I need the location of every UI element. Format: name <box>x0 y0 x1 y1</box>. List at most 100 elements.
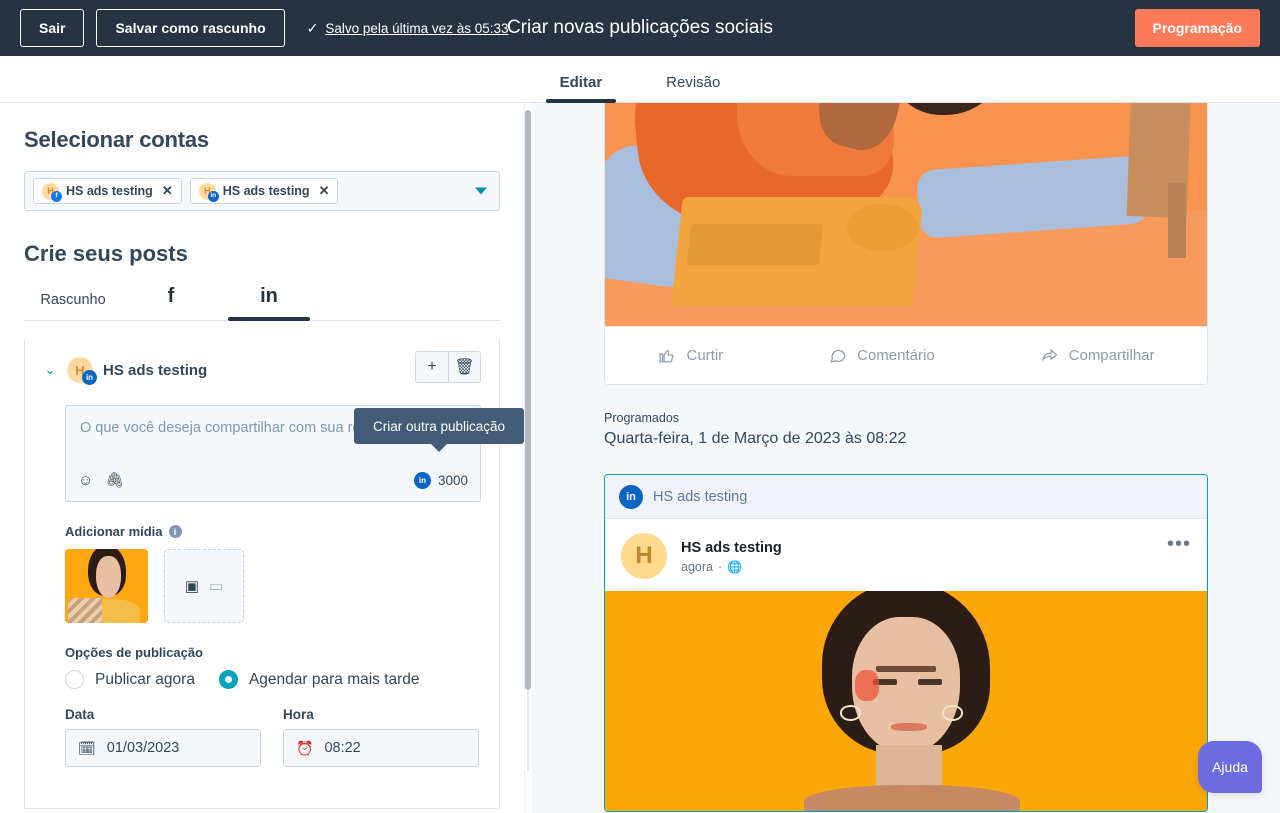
comment-action[interactable]: Comentário <box>828 346 935 365</box>
share-label: Compartilhar <box>1068 347 1155 364</box>
schedule-datetime: Quarta-feira, 1 de Março de 2023 às 08:2… <box>604 430 907 447</box>
delete-post-button[interactable]: 🗑 <box>448 352 480 382</box>
post-tab-rascunho[interactable]: Rascunho <box>24 292 122 320</box>
editor-panel: Selecionar contas H f HS ads testing ✕ H… <box>0 103 525 813</box>
calendar-icon: 🗓 <box>78 739 96 756</box>
linkedin-icon: in <box>260 285 278 307</box>
top-bar: Sair Salvar como rascunho ✓ Salvo pela ú… <box>0 0 1280 56</box>
attachment-icon[interactable]: 🖇 <box>105 471 124 489</box>
avatar: H f <box>42 182 62 202</box>
media-thumbnail[interactable] <box>65 549 148 623</box>
schedule-fields: Data 🗓 01/03/2023 Hora ⏰ 08:22 <box>65 707 481 767</box>
linkedin-post-meta: agora · 🌐 <box>681 560 782 574</box>
date-field: Data 🗓 01/03/2023 <box>65 707 261 767</box>
avatar: H <box>621 533 667 579</box>
like-label: Curtir <box>686 347 724 364</box>
video-icon[interactable]: ▭ <box>209 577 223 595</box>
counter-value: 3000 <box>437 472 468 488</box>
tooltip-create-another-post: Criar outra publicação <box>354 408 524 444</box>
share-arrow-icon <box>1041 349 1058 362</box>
save-draft-button[interactable]: Salvar como rascunho <box>96 9 285 47</box>
thumbnail-image <box>65 549 148 623</box>
post-account-name: HS ads testing <box>103 361 208 379</box>
remove-chip-icon[interactable]: ✕ <box>162 183 173 199</box>
add-post-button[interactable]: + <box>416 352 448 382</box>
chevron-down-icon[interactable] <box>475 187 487 195</box>
account-chip-linkedin[interactable]: H in HS ads testing ✕ <box>189 178 339 204</box>
account-selector[interactable]: H f HS ads testing ✕ H in HS ads testing… <box>24 171 500 211</box>
globe-icon: 🌐 <box>727 559 743 574</box>
preview-photo-typewriter <box>605 103 1207 326</box>
linkedin-icon: in <box>207 190 219 202</box>
media-dropzone[interactable]: ▣ ▭ <box>164 549 244 623</box>
date-label: Data <box>65 707 95 722</box>
facebook-preview-image <box>605 103 1207 326</box>
time-field: Hora ⏰ 08:22 <box>283 707 479 767</box>
preview-panel: Curtir Comentário Compartilhar Programad… <box>532 103 1280 813</box>
select-accounts-heading: Selecionar contas <box>24 127 209 152</box>
chip-label: HS ads testing <box>222 184 310 198</box>
linkedin-preview-card: in HS ads testing H HS ads testing agora… <box>604 474 1208 812</box>
post-network-tabs: Rascunho f in <box>24 285 500 321</box>
preview-photo-portrait <box>605 591 1207 811</box>
radio-label: Agendar para mais tarde <box>248 670 420 688</box>
avatar: H in <box>67 357 97 385</box>
radio-icon-selected <box>218 670 238 689</box>
chip-label: HS ads testing <box>66 184 153 198</box>
date-input[interactable]: 🗓 01/03/2023 <box>65 729 261 767</box>
comment-bubble-icon <box>830 349 846 363</box>
schedule-kicker: Programados <box>604 411 680 425</box>
comment-label: Comentário <box>857 347 935 364</box>
info-icon[interactable]: i <box>168 525 182 538</box>
time-label: Hora <box>283 707 314 722</box>
linkedin-header-name: HS ads testing <box>653 488 748 505</box>
remove-chip-icon[interactable]: ✕ <box>319 183 330 199</box>
linkedin-author-row: H HS ads testing agora · 🌐 ••• <box>605 519 1207 591</box>
post-actions: + 🗑 <box>415 351 481 383</box>
tab-editar[interactable]: Editar <box>545 74 617 103</box>
publish-options-label: Opções de publicação <box>65 645 203 660</box>
editor-panel-scrollbar[interactable] <box>525 110 531 770</box>
character-counter: in 3000 <box>413 471 468 489</box>
scrollbar-thumb[interactable] <box>525 110 531 690</box>
linkedin-icon: in <box>82 370 97 385</box>
post-time: agora <box>681 559 713 574</box>
exit-button[interactable]: Sair <box>20 9 85 47</box>
linkedin-icon: in <box>413 471 431 489</box>
facebook-preview-card: Curtir Comentário Compartilhar <box>604 103 1208 385</box>
facebook-icon: f <box>51 190 62 202</box>
clock-icon: ⏰ <box>296 739 314 756</box>
add-media-label: Adicionar mídia i <box>65 524 481 539</box>
account-chip-facebook[interactable]: H f HS ads testing ✕ <box>33 178 182 204</box>
radio-publish-now[interactable]: Publicar agora <box>65 670 195 689</box>
chevron-down-icon[interactable]: ⌄ <box>43 362 57 378</box>
radio-label: Publicar agora <box>95 670 195 688</box>
more-options-icon[interactable]: ••• <box>1167 533 1191 556</box>
share-action[interactable]: Compartilhar <box>1040 346 1155 365</box>
avatar: H in <box>198 182 219 202</box>
media-row: ▣ ▭ <box>65 549 481 623</box>
like-action[interactable]: Curtir <box>657 346 723 365</box>
composer-toolbar: ☺ 🖇 in 3000 <box>78 471 468 489</box>
image-icon[interactable]: ▣ <box>185 577 199 595</box>
check-icon: ✓ <box>306 20 319 36</box>
last-saved-link[interactable]: Salvo pela última vez às 05:33 <box>325 21 508 36</box>
radio-schedule-later[interactable]: Agendar para mais tarde <box>218 670 420 689</box>
schedule-info: Programados Quarta-feira, 1 de Março de … <box>604 411 1208 448</box>
publish-options-radios: Publicar agora Agendar para mais tarde <box>65 670 481 689</box>
post-tab-facebook[interactable]: f <box>122 285 220 320</box>
radio-icon <box>65 670 84 689</box>
last-saved-status: ✓ Salvo pela última vez às 05:33 <box>307 21 509 36</box>
linkedin-preview-image <box>605 591 1207 811</box>
time-input[interactable]: ⏰ 08:22 <box>283 729 479 767</box>
tab-revisao[interactable]: Revisão <box>652 74 734 102</box>
facebook-preview-actions: Curtir Comentário Compartilhar <box>605 326 1207 384</box>
linkedin-preview-header: in HS ads testing <box>605 475 1207 519</box>
main-tabs: Editar Revisão <box>0 56 1280 103</box>
facebook-icon: f <box>167 285 175 307</box>
schedule-button[interactable]: Programação <box>1134 9 1260 47</box>
post-tab-linkedin[interactable]: in <box>220 285 318 321</box>
emoji-icon[interactable]: ☺ <box>78 472 93 489</box>
linkedin-author-name: HS ads testing <box>681 539 782 556</box>
help-button[interactable]: Ajuda <box>1198 741 1262 793</box>
